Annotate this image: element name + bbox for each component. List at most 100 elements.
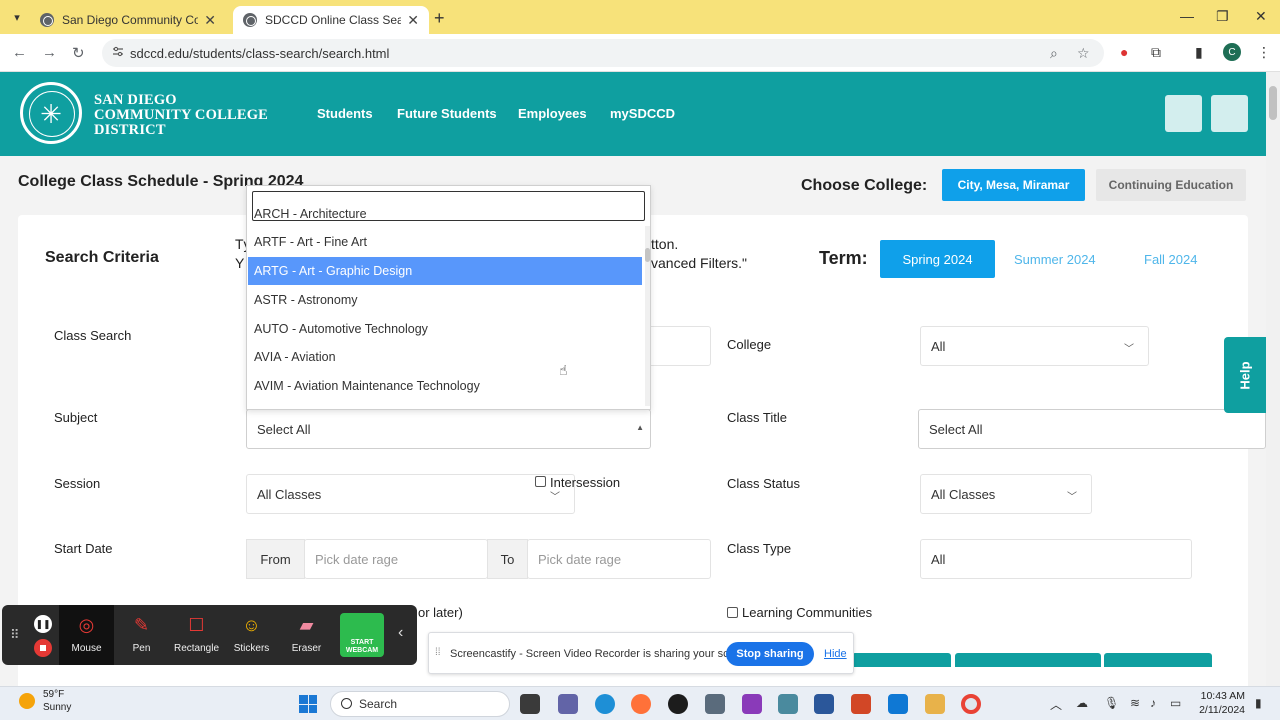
subject-option-astr[interactable]: ASTR - Astronomy [248,286,642,314]
stop-recording-icon[interactable] [34,639,52,657]
nav-students[interactable]: Students [317,106,373,121]
action-button[interactable] [1104,653,1212,667]
bookmark-star-icon[interactable]: ☆ [1077,45,1090,62]
battery-icon[interactable]: ▭ [1170,696,1181,710]
term-spring-2024[interactable]: Spring 2024 [880,240,995,278]
subject-option-avim[interactable]: AVIM - Aviation Maintenance Technology [248,372,642,400]
word-icon[interactable] [814,694,834,714]
close-icon[interactable]: ✕ [204,12,216,29]
drag-handle-icon[interactable]: ⁞⁞ [435,647,441,658]
forward-arrow-icon[interactable]: → [42,44,57,61]
page-scrollbar-thumb[interactable] [1269,86,1277,120]
class-status-select[interactable]: All Classes ﹀ [920,474,1092,514]
action-button[interactable] [852,653,951,667]
show-hidden-icons-chevron[interactable]: ︿ [1050,696,1062,713]
microphone-icon[interactable]: 🎙 [1104,696,1119,710]
subject-option-arch[interactable]: ARCH - Architecture [248,200,642,228]
restore-icon[interactable]: ❐ [1216,8,1229,25]
clock-date[interactable]: 2/11/2024 [1196,704,1245,716]
firefox-icon[interactable] [631,694,651,714]
hide-link[interactable]: Hide [824,648,847,660]
district-seal-logo[interactable] [20,82,82,144]
minimize-icon[interactable]: — [1180,8,1194,24]
term-summer-2024[interactable]: Summer 2024 [1014,252,1096,267]
subject-select[interactable]: Select All ▲ [246,409,651,449]
nav-future-students[interactable]: Future Students [397,106,497,121]
nav-mysdccd[interactable]: mySDCCD [610,106,675,121]
collapse-chevron-icon[interactable]: ‹ [398,624,403,642]
task-view-icon[interactable] [520,694,540,714]
pen-tool-button[interactable]: ✎ Pen [114,605,169,665]
district-logo-text[interactable]: SAN DIEGO COMMUNITY COLLEGE DISTRICT [94,93,268,138]
college-button-continuing-education[interactable]: Continuing Education [1096,169,1246,201]
profile-avatar[interactable]: C [1223,43,1241,61]
weather-temperature[interactable]: 59°F [43,689,64,700]
volume-icon[interactable]: ♪ [1150,696,1156,710]
college-button-city-mesa-miramar[interactable]: City, Mesa, Miramar [942,169,1085,201]
extensions-puzzle-icon[interactable]: ⧉ [1151,44,1161,61]
calendar-icon[interactable] [888,694,908,714]
pause-icon[interactable]: ❚❚ [34,615,52,633]
rectangle-tool-button[interactable]: ☐ Rectangle [169,605,224,665]
sun-weather-icon[interactable] [19,693,35,709]
powerpoint-icon[interactable] [851,694,871,714]
help-tab[interactable]: Help [1224,337,1266,413]
taskbar-search-box[interactable]: Search [330,691,510,717]
side-panel-icon[interactable]: ▮ [1195,44,1203,61]
page-scrollbar[interactable] [1266,72,1280,686]
windows-start-icon[interactable] [299,695,317,713]
back-arrow-icon[interactable]: ← [12,44,27,61]
start-date-to-input[interactable]: Pick date rage [527,539,711,579]
camera-icon[interactable] [705,694,725,714]
site-settings-icon[interactable] [112,46,124,58]
clock-time[interactable]: 10:43 AM [1199,690,1245,702]
stickers-tool-button[interactable]: ☺ Stickers [224,605,279,665]
start-date-from-input[interactable]: Pick date rage [304,539,488,579]
term-fall-2024[interactable]: Fall 2024 [1144,252,1197,267]
edge-browser-icon[interactable] [595,694,615,714]
header-menu-button[interactable] [1211,95,1248,132]
snipping-tool-icon[interactable] [925,694,945,714]
intersession-checkbox[interactable] [535,476,546,487]
zoom-icon[interactable]: ⌕ [1050,45,1058,62]
subject-option-avia[interactable]: AVIA - Aviation [248,343,642,371]
header-search-button[interactable] [1165,95,1202,132]
dropdown-scrollbar-thumb[interactable] [645,248,650,262]
notifications-icon[interactable]: ▮ [1255,696,1262,710]
browser-tab-sdccd-home[interactable]: San Diego Community College ✕ [30,6,226,34]
new-tab-plus-icon[interactable]: + [434,8,445,29]
dell-icon[interactable] [668,694,688,714]
learning-communities-checkbox[interactable] [727,607,738,618]
drag-handle-icon[interactable]: ⠿ [10,627,20,643]
eraser-tool-button[interactable]: ▰ Eraser [279,605,334,665]
class-title-select[interactable]: Select All [918,409,1266,449]
tab-search-chevron-icon[interactable]: ▾ [8,8,26,26]
clipchamp-icon[interactable] [742,694,762,714]
chrome-icon[interactable] [961,694,981,714]
browser-menu-icon[interactable]: ⋮ [1257,44,1271,61]
weather-description[interactable]: Sunny [43,702,71,713]
stop-sharing-button[interactable]: Stop sharing [726,642,814,666]
recording-extension-icon[interactable]: ● [1120,44,1128,60]
subject-option-auto[interactable]: AUTO - Automotive Technology [248,315,642,343]
calculator-icon[interactable] [778,694,798,714]
class-title-label: Class Title [727,410,787,425]
tab-title: SDCCD Online Class Search [265,13,402,27]
wifi-icon[interactable]: ≋ [1130,696,1140,710]
window-close-icon[interactable]: ✕ [1255,8,1267,25]
onedrive-cloud-icon[interactable]: ☁ [1076,696,1088,710]
class-type-select[interactable]: All [920,539,1192,579]
reload-icon[interactable]: ↻ [72,44,85,62]
browser-tab-class-search[interactable]: SDCCD Online Class Search ✕ [233,6,429,34]
teams-chat-icon[interactable] [558,694,578,714]
action-button[interactable] [955,653,1101,667]
mouse-tool-button[interactable]: ◎ Mouse [59,605,114,665]
nav-employees[interactable]: Employees [518,106,587,121]
close-icon[interactable]: ✕ [407,12,419,29]
subject-option-artg[interactable]: ARTG - Art - Graphic Design [248,257,642,285]
college-select[interactable]: All ﹀ [920,326,1149,366]
subject-option-artf[interactable]: ARTF - Art - Fine Art [248,228,642,256]
start-webcam-button[interactable]: START WEBCAM [340,613,384,657]
session-select[interactable]: All Classes ﹀ [246,474,575,514]
address-bar[interactable]: sdccd.edu/students/class-search/search.h… [102,39,1104,67]
